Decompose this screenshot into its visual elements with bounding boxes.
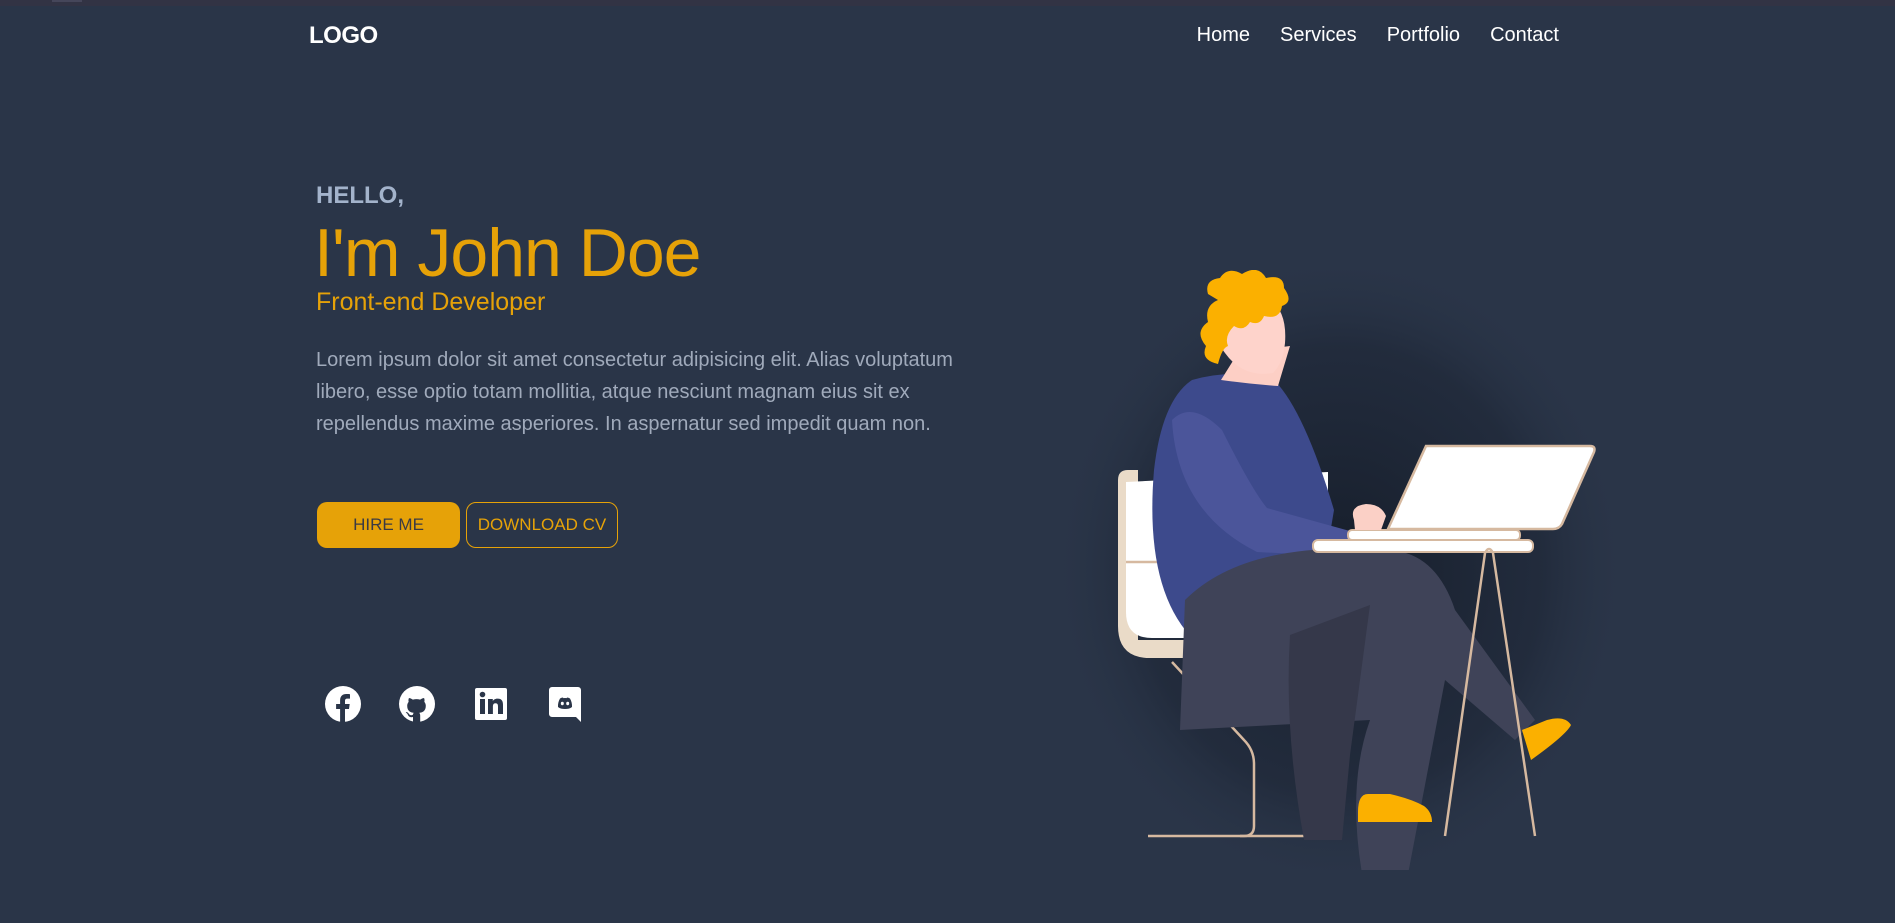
main-nav: Home Services Portfolio Contact: [1197, 24, 1559, 47]
logo[interactable]: LOGO: [309, 22, 378, 50]
browser-top-strip: [0, 0, 1895, 6]
linkedin-icon[interactable]: [473, 686, 509, 722]
social-links: [325, 686, 583, 722]
laptop-base: [1347, 529, 1521, 541]
discord-icon[interactable]: [547, 686, 583, 722]
laptop-screen: [1386, 444, 1596, 531]
tab-indicator: [52, 0, 82, 2]
facebook-icon[interactable]: [325, 686, 361, 722]
hero-description: Lorem ipsum dolor sit amet consectetur a…: [316, 349, 953, 435]
hire-me-button[interactable]: HIRE ME: [317, 502, 460, 548]
github-icon[interactable]: [399, 686, 435, 722]
developer-illustration: [1040, 250, 1640, 890]
nav-home[interactable]: Home: [1197, 24, 1250, 47]
desk-top: [1312, 539, 1534, 553]
hero-role: Front-end Developer: [316, 288, 546, 316]
greeting: HELLO,: [316, 182, 404, 209]
hero-name: I'm John Doe: [314, 215, 702, 291]
nav-services[interactable]: Services: [1280, 24, 1357, 47]
nav-contact[interactable]: Contact: [1490, 24, 1559, 47]
nav-portfolio[interactable]: Portfolio: [1387, 24, 1460, 47]
download-cv-button[interactable]: DOWNLOAD CV: [466, 502, 618, 548]
